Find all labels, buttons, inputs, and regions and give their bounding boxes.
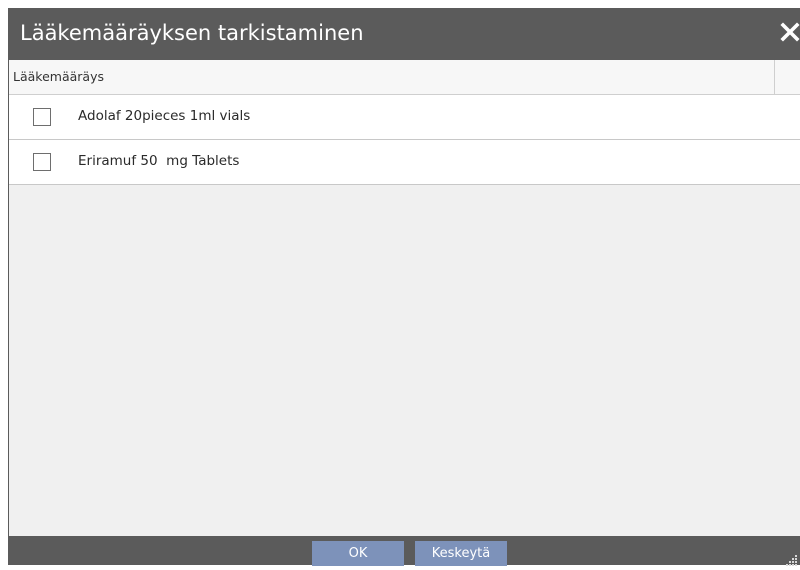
resize-grip-icon[interactable] — [786, 551, 798, 566]
prescription-row[interactable]: Eriramuf 50 mg Tablets — [9, 140, 800, 185]
cancel-button[interactable]: Keskeytä — [415, 541, 507, 566]
row-label: Eriramuf 50 mg Tablets — [78, 153, 240, 169]
grid-header: Lääkemääräys — [9, 60, 800, 95]
ok-button[interactable]: OK — [312, 541, 404, 566]
dialog-content: Lääkemääräys Adolaf 20pieces 1ml vials E… — [9, 60, 800, 536]
dialog-titlebar: Lääkemääräyksen tarkistaminen — [8, 8, 800, 60]
row-checkbox[interactable] — [33, 108, 51, 126]
column-header-label: Lääkemääräys — [13, 69, 104, 84]
dialog-footer: OK Keskeytä — [8, 536, 800, 566]
row-label: Adolaf 20pieces 1ml vials — [78, 108, 251, 124]
prescription-row[interactable]: Adolaf 20pieces 1ml vials — [9, 95, 800, 140]
column-header-prescription[interactable]: Lääkemääräys — [9, 60, 775, 94]
close-icon[interactable] — [780, 22, 800, 42]
dialog-title: Lääkemääräyksen tarkistaminen — [20, 21, 364, 45]
row-checkbox[interactable] — [33, 153, 51, 171]
prescription-check-dialog: Lääkemääräyksen tarkistaminen Lääkemäärä… — [8, 8, 800, 566]
